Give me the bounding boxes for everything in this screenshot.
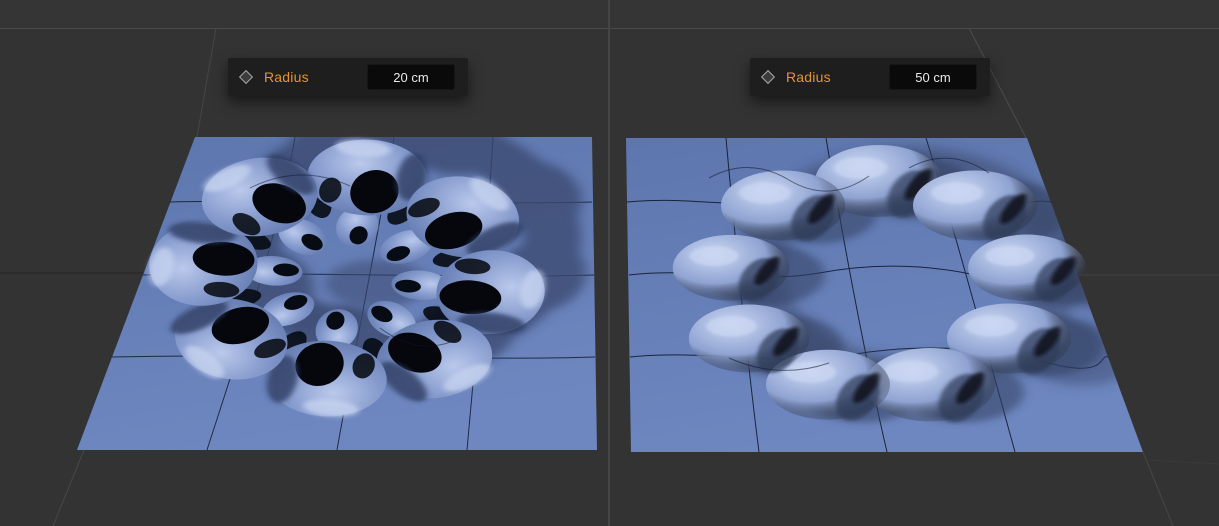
radius-value-field[interactable]: 50 cm [889,64,977,90]
viewport-right-canvas[interactable] [609,28,1219,526]
radius-label: Radius [786,69,831,85]
deformed-plane-radius-20[interactable] [77,101,600,451]
deformed-plane-radius-50[interactable] [626,137,1169,453]
diamond-handle-icon [238,69,254,85]
viewport-left[interactable] [0,28,608,526]
diamond-handle-icon [760,69,776,85]
radius-parameter-panel-left[interactable]: Radius 20 cm [228,58,468,96]
viewport-left-canvas[interactable] [0,28,608,526]
radius-label: Radius [264,69,309,85]
viewport-right[interactable] [609,28,1219,526]
vertical-viewport-divider[interactable] [608,0,610,526]
radius-value-field[interactable]: 20 cm [367,64,455,90]
application-window: Radius 20 cm Radius 50 cm [0,0,1219,526]
radius-parameter-panel-right[interactable]: Radius 50 cm [750,58,990,96]
